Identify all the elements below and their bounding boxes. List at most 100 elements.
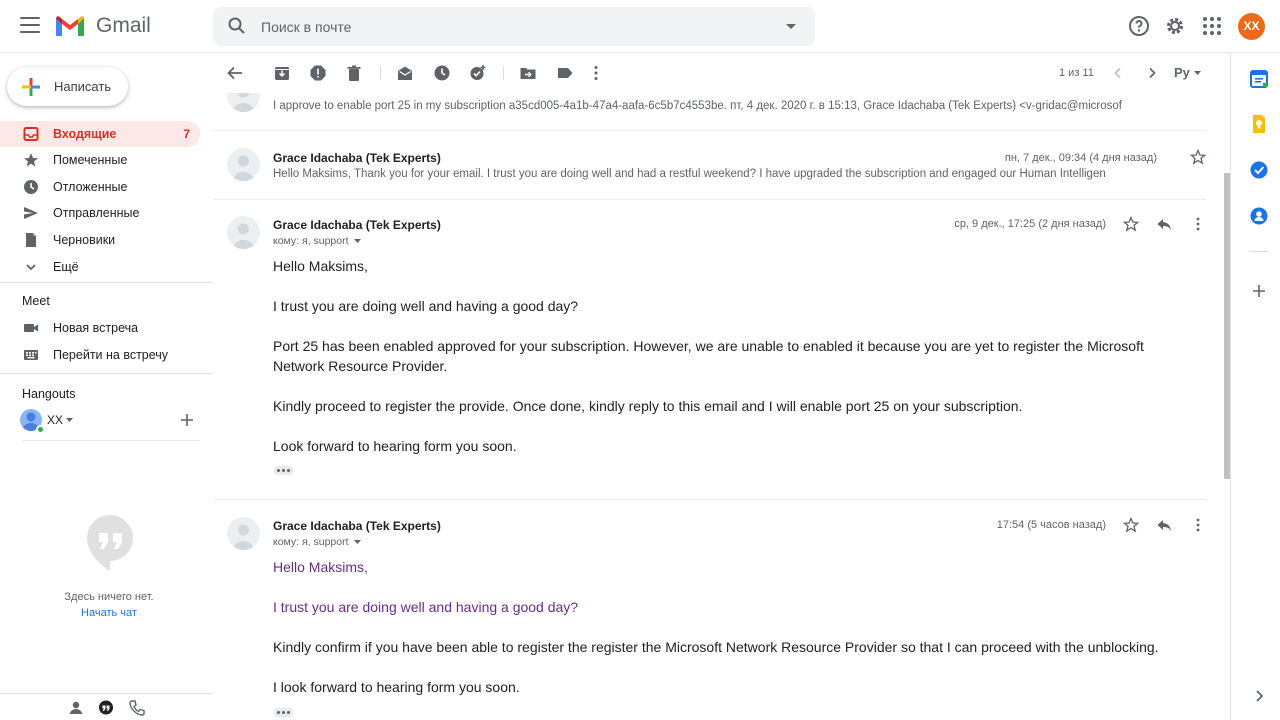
- side-panel-rail: [1230, 53, 1280, 720]
- show-trimmed-content-button[interactable]: [274, 708, 293, 717]
- sender-name: Grace Idachaba (Tek Experts): [273, 151, 441, 165]
- inbox-unread-count: 7: [183, 127, 190, 141]
- status-caret-icon[interactable]: [66, 418, 73, 422]
- new-conversation-plus-icon[interactable]: [180, 413, 194, 427]
- collapsed-message[interactable]: Grace Idachaba (Tek Experts) Hello Maksi…: [213, 131, 1206, 200]
- nav-label-starred: Помеченные: [53, 153, 128, 167]
- nav-label-drafts: Черновики: [53, 233, 116, 247]
- label-tag-icon[interactable]: [556, 64, 574, 82]
- body-paragraph: Port 25 has been enabled approved for yo…: [273, 338, 1144, 374]
- account-avatar[interactable]: XX: [1238, 13, 1265, 40]
- tasks-icon[interactable]: [1249, 160, 1269, 180]
- body-paragraph: Kindly proceed to register the provide. …: [273, 398, 1023, 414]
- brand-name: Gmail: [96, 14, 151, 37]
- sender-avatar: [227, 216, 260, 249]
- reply-arrow-icon[interactable]: [1156, 517, 1172, 533]
- hangouts-chat-icon[interactable]: [97, 699, 115, 717]
- message-date: ср, 9 дек., 17:25 (2 дня назад): [954, 218, 1106, 230]
- top-bar: Gmail XX: [0, 0, 1280, 53]
- mark-unread-icon[interactable]: [396, 64, 414, 82]
- show-trimmed-content-button[interactable]: [274, 466, 293, 475]
- expand-panel-chevron-icon[interactable]: [1249, 686, 1269, 706]
- search-icon[interactable]: [227, 16, 247, 36]
- star-outline-icon[interactable]: [1190, 149, 1206, 165]
- contacts-icon[interactable]: [1249, 206, 1269, 226]
- star-outline-icon[interactable]: [1123, 517, 1139, 533]
- contacts-person-icon[interactable]: [67, 699, 85, 717]
- add-to-tasks-icon[interactable]: [469, 64, 487, 82]
- message-body: Hello Maksims, I trust you are doing wel…: [273, 256, 1173, 476]
- sender-avatar: [227, 148, 260, 181]
- search-bar: [213, 7, 815, 46]
- keep-notes-icon[interactable]: [1249, 114, 1269, 134]
- meet-new-meeting[interactable]: Новая встреча: [0, 315, 200, 341]
- recipients-line: кому: я, support: [273, 235, 349, 247]
- message-more-vertical-icon[interactable]: [1195, 517, 1201, 533]
- gmail-logo[interactable]: [54, 14, 86, 38]
- online-status-indicator: [36, 425, 45, 434]
- meet-join-meeting[interactable]: Перейти на встречу: [0, 342, 200, 368]
- nav-label-snoozed: Отложенные: [53, 180, 128, 194]
- toolbar-divider: [503, 66, 504, 80]
- nav-label-more: Ещё: [53, 260, 79, 274]
- more-options-vertical-icon[interactable]: [593, 64, 599, 82]
- nav-divider: [0, 373, 213, 374]
- star-outline-icon[interactable]: [1123, 216, 1139, 232]
- star-icon: [24, 153, 38, 167]
- send-icon: [24, 207, 38, 219]
- older-chevron-right-icon[interactable]: [1145, 66, 1159, 80]
- recipient-details-caret-icon[interactable]: [354, 239, 361, 243]
- nav-item-snoozed[interactable]: Отложенные: [0, 174, 200, 200]
- nav-item-more[interactable]: Ещё: [0, 254, 200, 280]
- search-options-icon[interactable]: [785, 23, 797, 31]
- report-spam-icon[interactable]: [309, 64, 327, 82]
- help-icon[interactable]: [1127, 14, 1151, 38]
- expanded-message: Grace Idachaba (Tek Experts) кому: я, su…: [213, 501, 1206, 720]
- message-more-vertical-icon[interactable]: [1195, 216, 1201, 232]
- hangouts-bottom-tabs: [0, 693, 213, 720]
- reply-arrow-icon[interactable]: [1156, 216, 1172, 232]
- compose-button[interactable]: Написать: [7, 67, 128, 106]
- hangouts-user-name: XX: [47, 413, 64, 427]
- inbox-icon: [23, 127, 39, 141]
- nav-item-sent[interactable]: Отправленные: [0, 200, 200, 226]
- calendar-icon[interactable]: [1249, 69, 1269, 89]
- phone-call-icon[interactable]: [128, 699, 146, 717]
- message-date: 17:54 (5 часов назад): [996, 519, 1106, 531]
- meet-section-title: Meet: [22, 294, 50, 308]
- body-paragraph: I trust you are doing well and having a …: [273, 298, 579, 314]
- body-paragraph: Look forward to hearing form you soon.: [273, 438, 517, 454]
- delete-trash-icon[interactable]: [345, 64, 363, 82]
- message-snippet: Hello Maksims, Thank you for your email.…: [273, 168, 1106, 180]
- main-menu-icon[interactable]: [20, 17, 40, 33]
- video-icon: [24, 324, 38, 332]
- body-paragraph: I trust you are doing well and having a …: [273, 599, 579, 615]
- left-navigation: Написать Входящие 7 Помеченные Отложенны…: [0, 53, 213, 720]
- keyboard-icon: [24, 350, 38, 360]
- get-addons-plus-icon[interactable]: [1249, 281, 1269, 301]
- pager-count: 1 из 11: [1059, 67, 1094, 79]
- move-to-folder-icon[interactable]: [519, 64, 537, 82]
- nav-item-inbox[interactable]: Входящие 7: [0, 121, 200, 147]
- newer-chevron-left-icon[interactable]: [1111, 66, 1125, 80]
- search-input[interactable]: [261, 7, 761, 46]
- message-body: Hello Maksims, I trust you are doing wel…: [273, 557, 1173, 717]
- message-snippet: I approve to enable port 25 in my subscr…: [273, 100, 1122, 112]
- archive-icon[interactable]: [273, 64, 291, 82]
- message-toolbar: 1 из 11 Ру: [213, 53, 1220, 93]
- sender-name[interactable]: Grace Idachaba (Tek Experts): [273, 218, 441, 232]
- sender-name[interactable]: Grace Idachaba (Tek Experts): [273, 519, 441, 533]
- input-language-selector[interactable]: Ру: [1174, 65, 1190, 80]
- settings-gear-icon[interactable]: [1163, 14, 1187, 38]
- hangouts-divider: [22, 440, 200, 441]
- language-caret-icon[interactable]: [1194, 71, 1201, 75]
- apps-grid-icon[interactable]: [1200, 14, 1224, 38]
- recipient-details-caret-icon[interactable]: [354, 540, 361, 544]
- snooze-clock-icon[interactable]: [433, 64, 451, 82]
- nav-item-starred[interactable]: Помеченные: [0, 147, 200, 173]
- nav-item-drafts[interactable]: Черновики: [0, 227, 200, 253]
- chevron-down-icon: [26, 264, 36, 271]
- toolbar-divider: [380, 66, 381, 80]
- start-chat-link[interactable]: Начать чат: [0, 607, 218, 619]
- back-arrow-icon[interactable]: [226, 64, 244, 82]
